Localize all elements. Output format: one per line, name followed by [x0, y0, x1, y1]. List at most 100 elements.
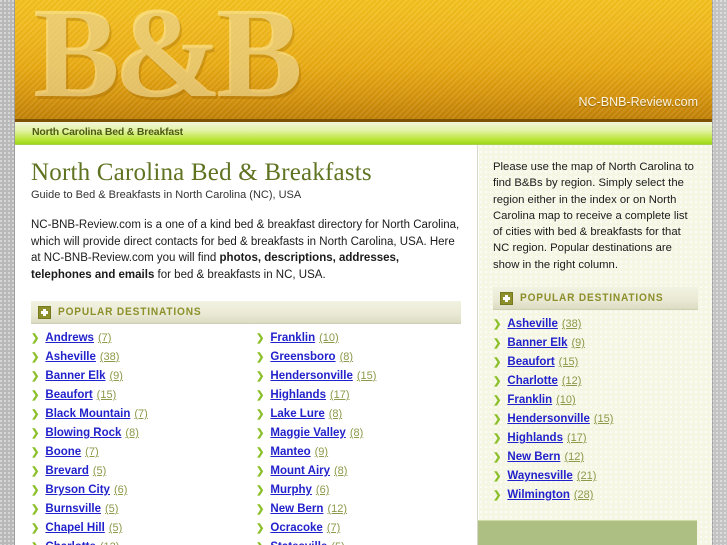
city-count: (12)	[564, 451, 584, 464]
list-item[interactable]: ❯ Hendersonville (15)	[256, 370, 461, 383]
list-item[interactable]: ❯ New Bern (12)	[256, 503, 461, 516]
intro-text-end: for bed & breakfasts in NC, USA.	[154, 268, 326, 281]
list-item[interactable]: ❯ Waynesville (21)	[493, 470, 698, 483]
city-link[interactable]: Statesville	[270, 541, 327, 545]
list-item[interactable]: ❯ Blowing Rock (8)	[31, 427, 246, 440]
city-count: (8)	[349, 427, 364, 439]
city-count: (9)	[109, 370, 123, 382]
list-item[interactable]: ❯ Banner Elk (9)	[31, 370, 246, 383]
site-logo: B&B	[33, 0, 303, 122]
breadcrumb[interactable]: North Carolina Bed & Breakfast	[32, 126, 183, 138]
list-item[interactable]: ❯ Andrews (7)	[31, 332, 246, 345]
sidebar-section-title: POPULAR DESTINATIONS	[520, 292, 664, 305]
chevron-right-icon: ❯	[493, 376, 502, 388]
city-link[interactable]: Black Mountain	[45, 408, 130, 421]
city-link[interactable]: Franklin	[507, 394, 552, 407]
site-frame: B&B NC-BNB-Review.com North Carolina Bed…	[15, 0, 712, 545]
city-link[interactable]: Franklin	[270, 332, 315, 345]
city-count: (12)	[100, 541, 120, 545]
city-link[interactable]: Blowing Rock	[45, 427, 121, 440]
city-link[interactable]: Beaufort	[45, 389, 92, 402]
city-link[interactable]: Brevard	[45, 465, 88, 478]
city-link[interactable]: New Bern	[507, 451, 560, 464]
city-link[interactable]: Andrews	[45, 332, 94, 345]
list-item[interactable]: ❯ Wilmington (28)	[493, 489, 698, 502]
city-link[interactable]: Lake Lure	[270, 408, 324, 421]
list-item[interactable]: ❯ Hendersonville (15)	[493, 413, 698, 426]
city-link[interactable]: Beaufort	[507, 356, 554, 369]
city-link[interactable]: Charlotte	[45, 541, 95, 545]
city-count: (6)	[315, 484, 330, 496]
list-item[interactable]: ❯ Charlotte (12)	[493, 375, 698, 388]
list-item[interactable]: ❯ Mount Airy (8)	[256, 465, 461, 478]
list-item[interactable]: ❯ Brevard (5)	[31, 465, 246, 478]
list-item[interactable]: ❯ Franklin (10)	[493, 394, 698, 407]
list-item[interactable]: ❯ Banner Elk (9)	[493, 337, 698, 350]
list-item[interactable]: ❯ Manteo (9)	[256, 446, 461, 459]
city-link[interactable]: Asheville	[507, 318, 558, 331]
city-count: (15)	[558, 356, 579, 369]
list-item[interactable]: ❯ Black Mountain (7)	[31, 408, 246, 421]
city-link[interactable]: Murphy	[270, 484, 312, 497]
city-link[interactable]: Mount Airy	[270, 465, 330, 478]
city-count: (12)	[327, 503, 347, 515]
city-count: (38)	[561, 318, 582, 331]
list-item[interactable]: ❯ Charlotte (12)	[31, 541, 246, 545]
city-link[interactable]: Burnsville	[45, 503, 101, 516]
list-item[interactable]: ❯ Greensboro (8)	[256, 351, 461, 364]
chevron-right-icon: ❯	[493, 357, 502, 369]
list-item[interactable]: ❯ Murphy (6)	[256, 484, 461, 497]
list-item[interactable]: ❯ Beaufort (15)	[493, 356, 698, 369]
city-link[interactable]: Banner Elk	[45, 370, 105, 383]
list-item[interactable]: ❯ Highlands (17)	[493, 432, 698, 445]
city-link[interactable]: Manteo	[270, 446, 310, 459]
chevron-right-icon: ❯	[31, 371, 40, 382]
city-link[interactable]: Bryson City	[45, 484, 110, 497]
list-item[interactable]: ❯ Lake Lure (8)	[256, 408, 461, 421]
list-item[interactable]: ❯ Statesville (5)	[256, 541, 461, 545]
list-item[interactable]: ❯ Boone (7)	[31, 446, 246, 459]
chevron-right-icon: ❯	[31, 523, 40, 534]
list-item[interactable]: ❯ Chapel Hill (5)	[31, 522, 246, 535]
city-link[interactable]: Highlands	[507, 432, 563, 445]
city-link[interactable]: Hendersonville	[270, 370, 352, 383]
list-item[interactable]: ❯ Beaufort (15)	[31, 389, 246, 402]
city-link[interactable]: Charlotte	[507, 375, 557, 388]
city-link[interactable]: Waynesville	[507, 470, 572, 483]
city-link[interactable]: Ocracoke	[270, 522, 322, 535]
city-count: (28)	[573, 489, 594, 502]
city-link[interactable]: Banner Elk	[507, 337, 567, 350]
city-count: (9)	[571, 337, 585, 350]
chevron-right-icon: ❯	[493, 319, 502, 331]
city-link[interactable]: Maggie Valley	[270, 427, 345, 440]
chevron-right-icon: ❯	[256, 504, 265, 515]
chevron-right-icon: ❯	[256, 447, 265, 458]
list-item[interactable]: ❯ New Bern (12)	[493, 451, 698, 464]
city-link[interactable]: Wilmington	[507, 489, 570, 502]
list-item[interactable]: ❯ Maggie Valley (8)	[256, 427, 461, 440]
city-link[interactable]: Highlands	[270, 389, 326, 402]
city-link[interactable]: Greensboro	[270, 351, 335, 364]
chevron-right-icon: ❯	[256, 466, 265, 477]
chevron-right-icon: ❯	[31, 541, 39, 545]
list-item[interactable]: ❯ Highlands (17)	[256, 389, 461, 402]
city-link[interactable]: New Bern	[270, 503, 323, 516]
city-link[interactable]: Hendersonville	[507, 413, 589, 426]
city-count: (15)	[356, 370, 377, 382]
city-count: (15)	[593, 413, 614, 426]
city-link[interactable]: Boone	[45, 446, 81, 459]
city-link[interactable]: Chapel Hill	[45, 522, 104, 535]
breadcrumb-bar: North Carolina Bed & Breakfast	[15, 122, 712, 145]
list-item[interactable]: ❯ Asheville (38)	[493, 318, 698, 331]
list-item[interactable]: ❯ Franklin (10)	[256, 332, 461, 345]
main-section-header: POPULAR DESTINATIONS	[31, 301, 461, 324]
list-item[interactable]: ❯ Burnsville (5)	[31, 503, 246, 516]
main-column: North Carolina Bed & Breakfasts Guide to…	[15, 145, 478, 545]
list-item[interactable]: ❯ Bryson City (6)	[31, 484, 246, 497]
list-item[interactable]: ❯ Asheville (38)	[31, 351, 246, 364]
list-item[interactable]: ❯ Ocracoke (7)	[256, 522, 461, 535]
city-link[interactable]: Asheville	[45, 351, 96, 364]
chevron-right-icon: ❯	[256, 371, 265, 382]
chevron-right-icon: ❯	[256, 523, 265, 534]
chevron-right-icon: ❯	[31, 352, 40, 363]
